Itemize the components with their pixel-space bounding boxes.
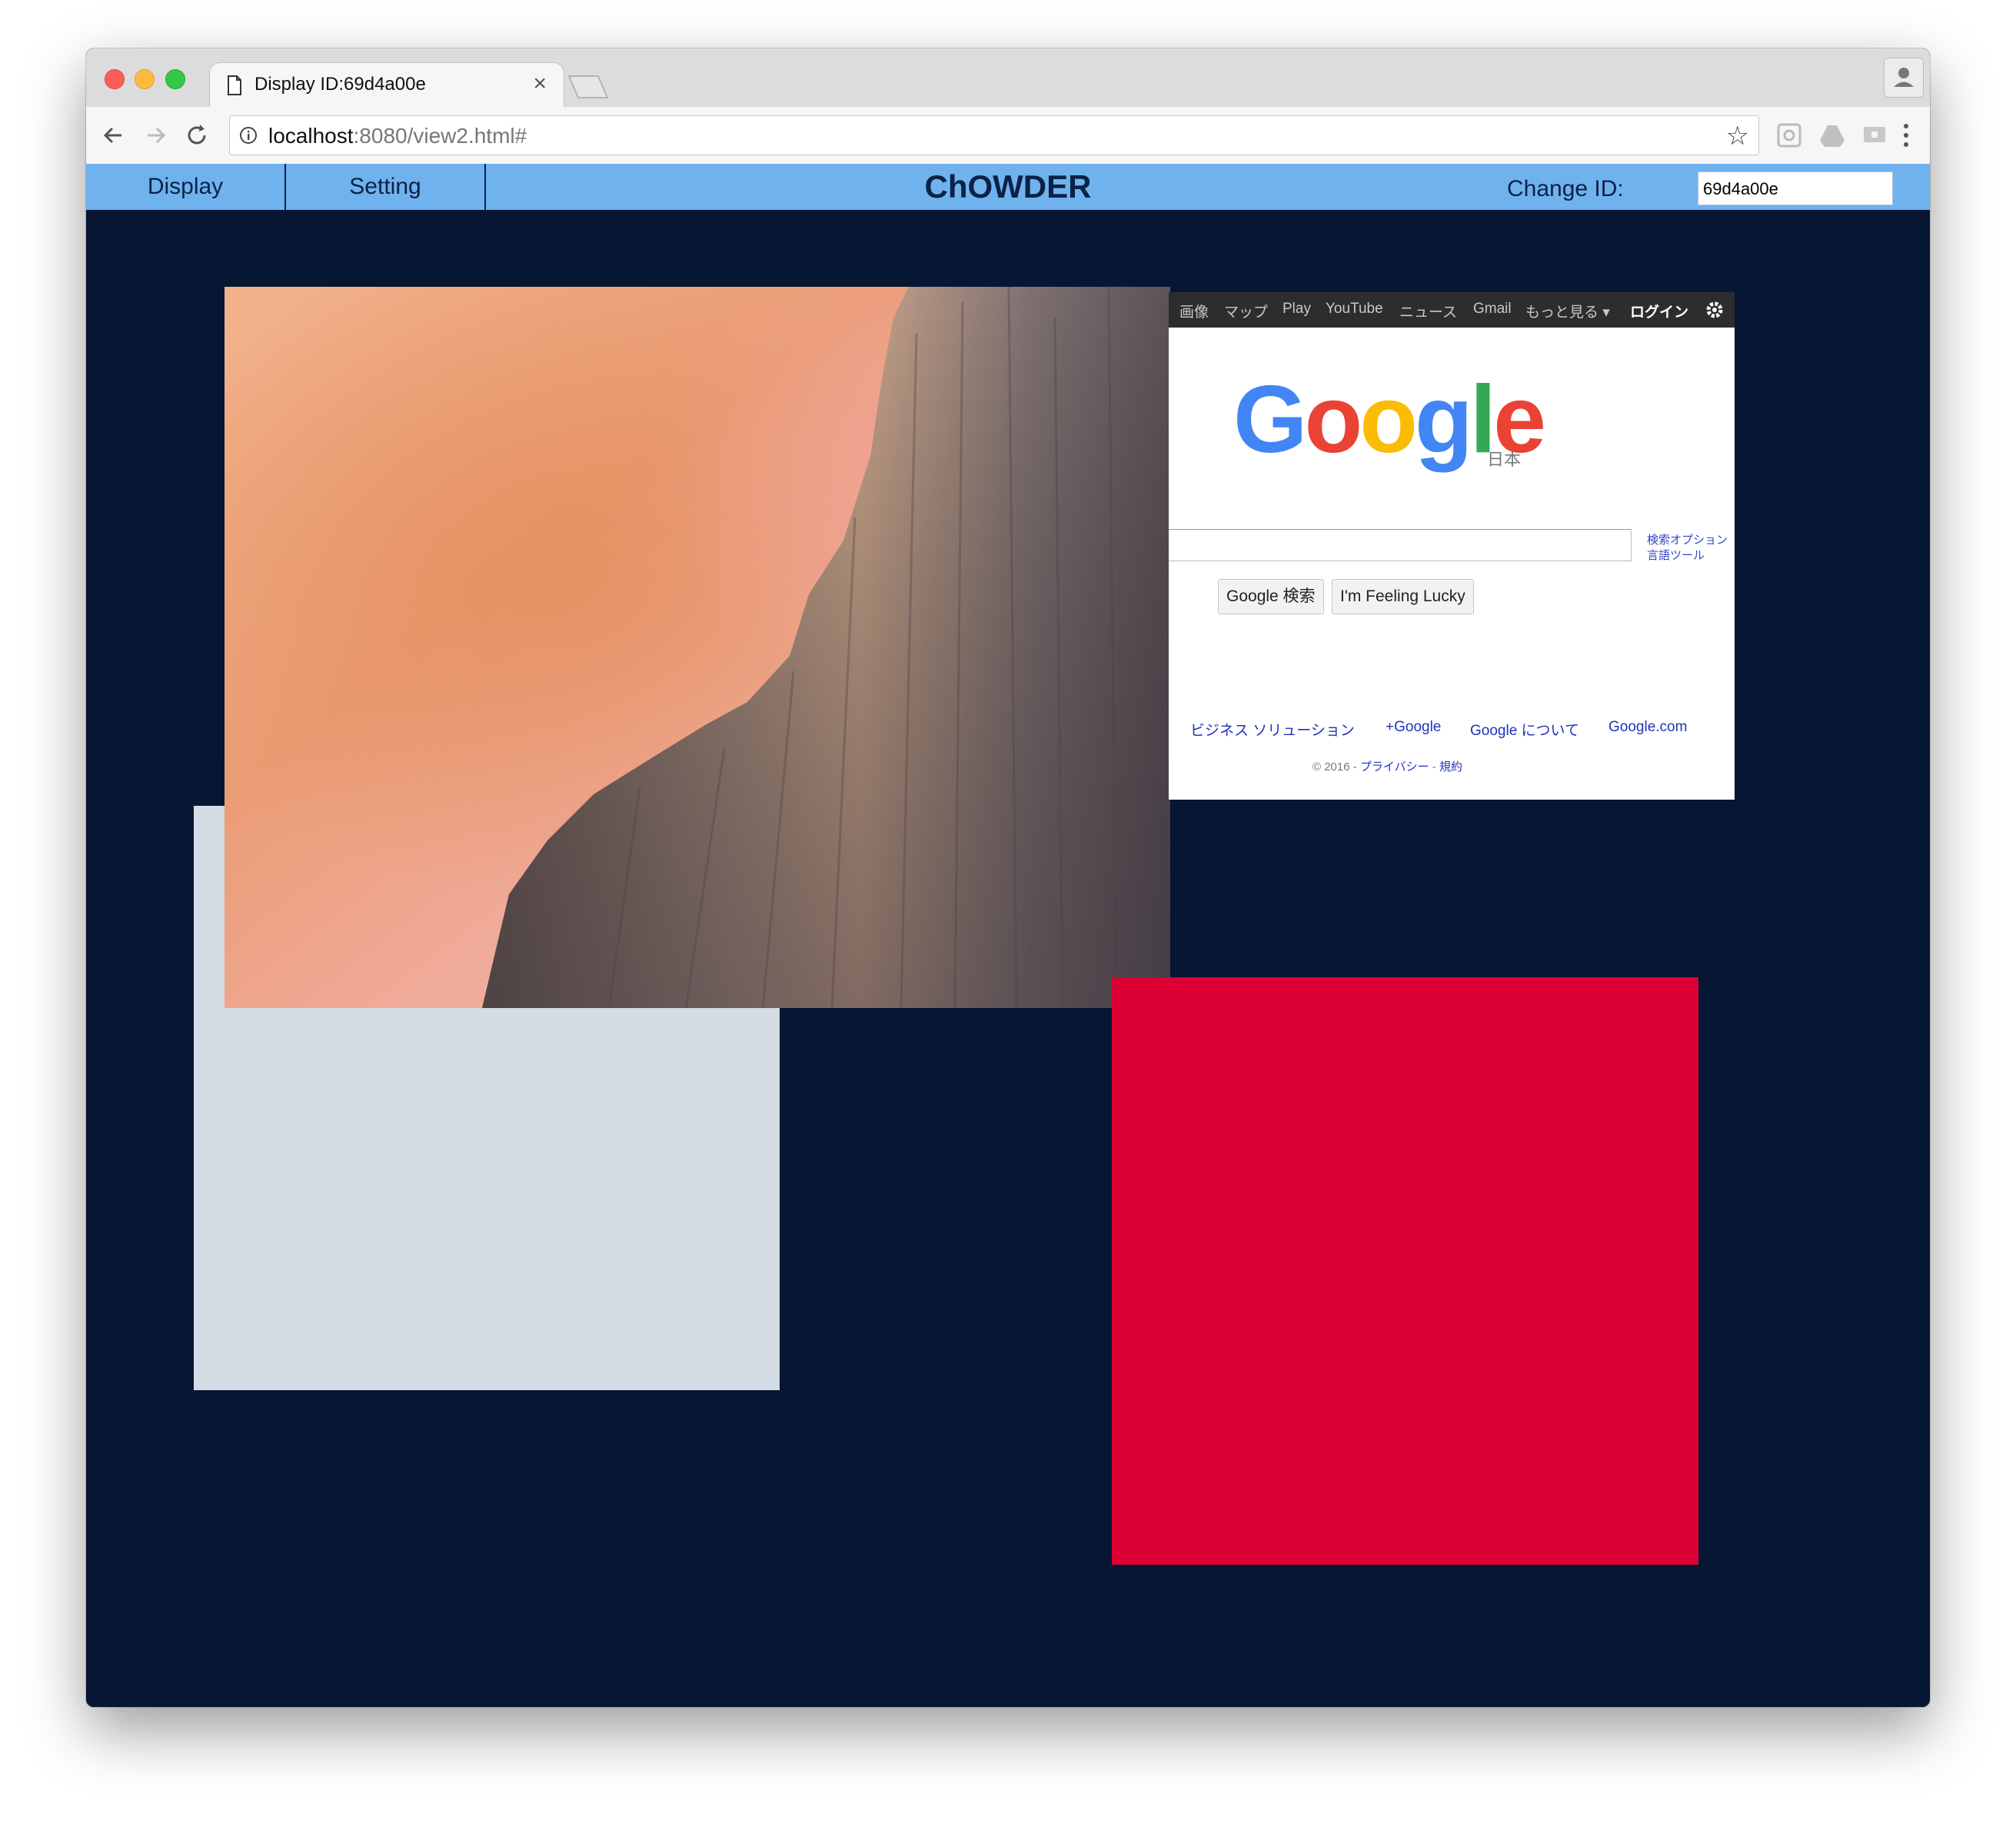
language-tools-link[interactable]: 言語ツール: [1647, 548, 1728, 564]
browser-tab[interactable]: Display ID:69d4a00e ×: [209, 62, 564, 108]
footer-business-link[interactable]: ビジネス ソリューション: [1190, 719, 1355, 740]
google-nav-maps[interactable]: マップ: [1224, 301, 1268, 321]
drive-icon[interactable]: [1818, 121, 1847, 150]
page-icon: [228, 75, 241, 95]
browser-toolbar: localhost:8080/view2.html# ☆: [86, 107, 1930, 165]
back-arrow-icon[interactable]: [98, 120, 129, 151]
privacy-link[interactable]: プライバシー: [1360, 760, 1429, 774]
reload-icon[interactable]: [181, 120, 212, 151]
red-content-window[interactable]: [1112, 977, 1698, 1565]
bookmark-star-icon[interactable]: ☆: [1726, 121, 1749, 151]
google-copyright: © 2016 - プライバシー - 規約: [1312, 758, 1462, 774]
tab-title: Display ID:69d4a00e: [254, 74, 426, 95]
display-canvas: 画像 マップ Play YouTube ニュース Gmail もっと見る ▾ ロ…: [86, 210, 1930, 1707]
display-id-input[interactable]: 69d4a00e: [1698, 171, 1893, 205]
menu-kebab-icon[interactable]: [1902, 121, 1910, 150]
tab-strip: Display ID:69d4a00e ×: [86, 48, 1930, 108]
copyright-separator: -: [1429, 760, 1439, 774]
google-search-button[interactable]: Google 検索: [1218, 579, 1324, 614]
google-nav-youtube[interactable]: YouTube: [1326, 301, 1383, 318]
google-logo-region: 日本: [1487, 450, 1522, 469]
url-path: :8080/view2.html#: [353, 124, 527, 148]
google-content-window[interactable]: 画像 マップ Play YouTube ニュース Gmail もっと見る ▾ ロ…: [1169, 292, 1735, 800]
google-search-input[interactable]: [1169, 529, 1632, 561]
footer-google-com-link[interactable]: Google.com: [1608, 719, 1687, 736]
cast-icon[interactable]: [1861, 121, 1890, 150]
new-tab-button[interactable]: [566, 75, 609, 99]
footer-about-link[interactable]: Google について: [1470, 719, 1579, 740]
close-window-button[interactable]: [105, 69, 125, 89]
google-login-link[interactable]: ログイン: [1630, 301, 1688, 321]
extension-gear-icon[interactable]: [1775, 121, 1804, 150]
browser-window: Display ID:69d4a00e × localhost:8080/vie…: [86, 48, 1930, 1707]
google-nav-more[interactable]: もっと見る ▾: [1525, 301, 1610, 321]
terms-link[interactable]: 規約: [1439, 760, 1462, 774]
info-icon[interactable]: [239, 126, 258, 145]
person-icon: [1894, 68, 1914, 87]
tab-close-icon[interactable]: ×: [533, 71, 547, 97]
el-capitan-image: [225, 287, 1170, 1008]
photo-content-window[interactable]: [225, 287, 1170, 1008]
feeling-lucky-button[interactable]: I'm Feeling Lucky: [1332, 579, 1474, 614]
url-host: localhost: [268, 124, 354, 148]
google-nav-gmail[interactable]: Gmail: [1473, 301, 1512, 318]
minimize-window-button[interactable]: [135, 69, 155, 89]
url-text: localhost:8080/view2.html#: [268, 124, 527, 148]
google-nav-images[interactable]: 画像: [1179, 301, 1209, 321]
forward-arrow-icon[interactable]: [140, 120, 171, 151]
change-id-label: Change ID:: [1507, 176, 1624, 201]
gear-icon[interactable]: [1704, 299, 1725, 321]
google-nav-play[interactable]: Play: [1282, 301, 1311, 318]
advanced-search-link[interactable]: 検索オプション: [1647, 533, 1728, 548]
google-top-bar: 画像 マップ Play YouTube ニュース Gmail もっと見る ▾ ロ…: [1169, 292, 1735, 328]
copyright-text: © 2016 -: [1312, 760, 1360, 774]
google-nav-news[interactable]: ニュース: [1399, 301, 1457, 321]
profile-button[interactable]: [1884, 58, 1924, 98]
tab-setting[interactable]: Setting: [286, 164, 486, 210]
zoom-window-button[interactable]: [165, 69, 185, 89]
tab-display[interactable]: Display: [86, 164, 286, 210]
app-header: ChOWDER Display Setting Change ID: 69d4a…: [86, 164, 1930, 210]
address-bar[interactable]: localhost:8080/view2.html# ☆: [229, 115, 1759, 155]
footer-plus-google-link[interactable]: +Google: [1386, 719, 1441, 736]
google-search-options: 検索オプション 言語ツール: [1647, 533, 1728, 564]
